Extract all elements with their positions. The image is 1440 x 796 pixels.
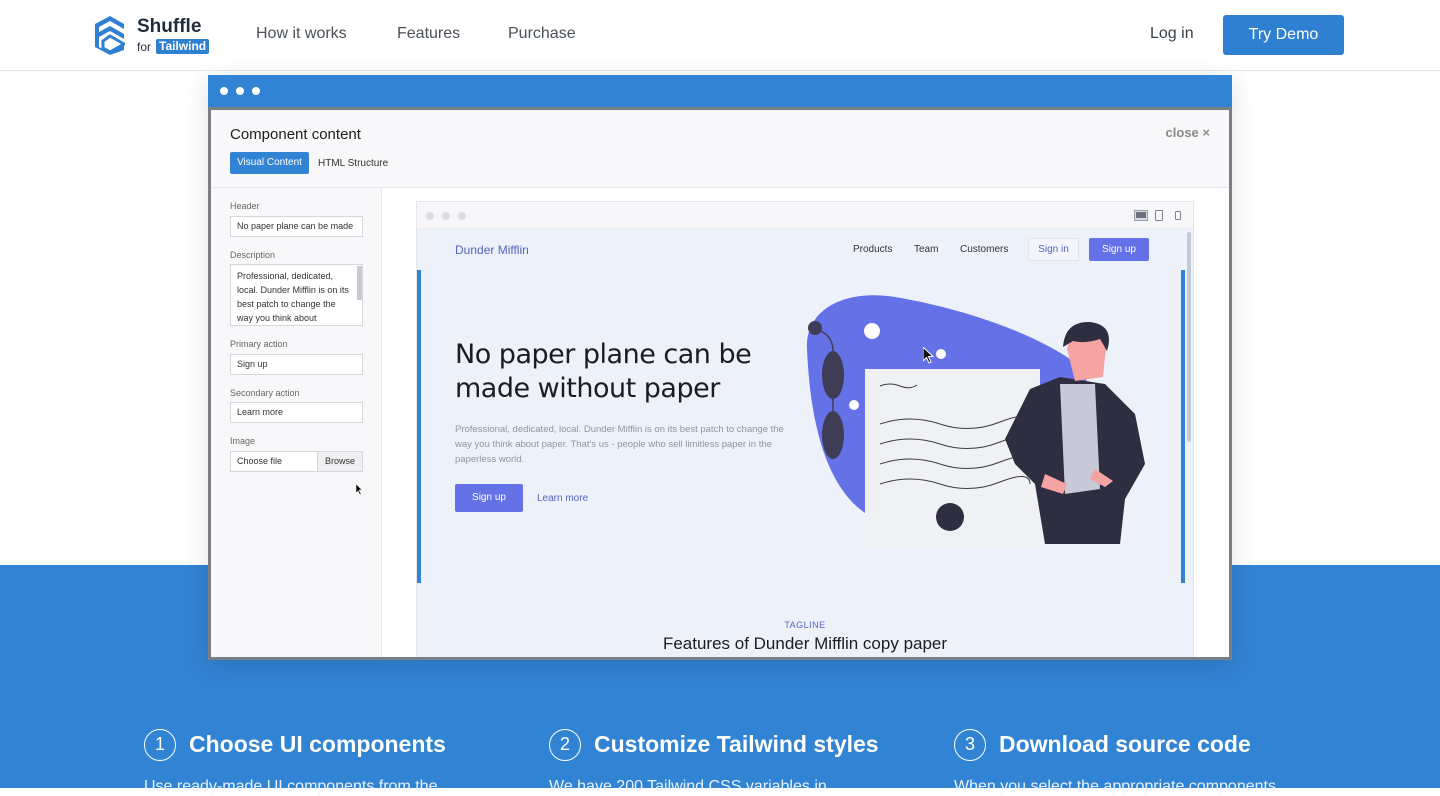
editor-sidebar: Header No paper plane can be made Descri… (211, 188, 382, 657)
window-titlebar (208, 75, 1232, 107)
mouse-cursor-icon (356, 484, 363, 495)
textarea-scrollbar[interactable] (357, 266, 362, 300)
preview-hero-title: No paper plane can be made without paper (455, 339, 752, 404)
preview-nav-customers[interactable]: Customers (960, 244, 1008, 255)
mouse-cursor-icon (923, 347, 934, 364)
step-title: Choose UI components (189, 731, 446, 757)
step-number: 1 (144, 729, 176, 761)
header-label: Header (230, 201, 260, 211)
description-textarea[interactable]: Professional, dedicated, local. Dunder M… (230, 264, 363, 326)
preview-hero-description: Professional, dedicated, local. Dunder M… (455, 424, 784, 465)
step-number: 3 (954, 729, 986, 761)
step-1: 1 Choose UI components Use ready-made UI… (144, 729, 504, 795)
top-nav: Shuffle for Tailwind How it works Featur… (0, 0, 1440, 71)
step-title: Customize Tailwind styles (594, 731, 879, 757)
preview-dot (458, 212, 466, 220)
preview-features-title: Features of Dunder Mifflin copy paper (662, 634, 948, 653)
nav-purchase[interactable]: Purchase (508, 25, 576, 43)
close-button[interactable]: close × (1166, 125, 1210, 140)
step-description: When you select the appropriate componen… (954, 778, 1276, 795)
hero-illustration (806, 295, 1145, 549)
preview-scrollbar[interactable] (1187, 232, 1191, 442)
image-label: Image (230, 436, 256, 446)
window-dot (236, 87, 244, 95)
preview-dot (442, 212, 450, 220)
window-dot (220, 87, 228, 95)
nav-features[interactable]: Features (397, 25, 460, 43)
brand-for: for (137, 40, 152, 54)
selection-border-left (417, 270, 421, 583)
preview-tagline: TAGLINE (784, 620, 826, 630)
login-link[interactable]: Log in (1150, 25, 1194, 43)
preview-learn-more-link[interactable]: Learn more (537, 493, 588, 504)
secondary-action-label: Secondary action (230, 388, 300, 398)
shuffle-logo-icon (95, 16, 125, 55)
secondary-action-field[interactable]: Learn more (230, 402, 363, 423)
tab-html-structure[interactable]: HTML Structure (318, 158, 388, 169)
preview-cta-sign-up[interactable]: Sign up (455, 484, 523, 512)
primary-action-field[interactable]: Sign up (230, 354, 363, 375)
file-placeholder: Choose file (237, 456, 283, 466)
step-2: 2 Customize Tailwind styles We have 200 … (549, 729, 909, 795)
preview-dot (426, 212, 434, 220)
panel-title: Component content (230, 126, 361, 143)
preview-nav-team[interactable]: Team (914, 244, 938, 255)
try-demo-button[interactable]: Try Demo (1223, 15, 1344, 55)
preview-nav-products[interactable]: Products (853, 244, 892, 255)
brand-name: Shuffle (137, 16, 202, 37)
desktop-view-icon[interactable] (1134, 210, 1148, 221)
mobile-view-icon[interactable] (1175, 211, 1181, 220)
step-description: Use ready-made UI components from the (144, 778, 438, 795)
step-number: 2 (549, 729, 581, 761)
window-dot (252, 87, 260, 95)
component-preview: Dunder Mifflin Products Team Customers S… (416, 201, 1194, 657)
step-description: We have 200 Tailwind CSS variables in (549, 778, 827, 795)
description-text: Professional, dedicated, local. Dunder M… (237, 271, 349, 323)
selection-border-right (1181, 270, 1185, 583)
header-field[interactable]: No paper plane can be made (230, 216, 363, 237)
primary-action-label: Primary action (230, 339, 288, 349)
preview-brand[interactable]: Dunder Mifflin (455, 243, 529, 257)
demo-window: Component content close × Visual Content… (208, 75, 1232, 660)
image-file-input[interactable]: Choose file Browse (230, 451, 363, 472)
preview-sign-in-button[interactable]: Sign in (1028, 238, 1079, 261)
step-3: 3 Download source code When you select t… (954, 729, 1314, 795)
tablet-view-icon[interactable] (1155, 210, 1163, 221)
panel-header: Component content close × Visual Content… (211, 110, 1229, 188)
nav-how-it-works[interactable]: How it works (256, 25, 347, 43)
preview-toolbar (417, 202, 1193, 229)
tab-visual-content[interactable]: Visual Content (230, 152, 309, 174)
step-title: Download source code (999, 731, 1251, 757)
browse-button[interactable]: Browse (317, 452, 362, 471)
preview-canvas: Dunder Mifflin Products Team Customers S… (417, 229, 1193, 657)
component-content-panel: Component content close × Visual Content… (211, 110, 1229, 657)
preview-sign-up-button[interactable]: Sign up (1089, 238, 1149, 261)
description-label: Description (230, 250, 276, 260)
brand-tailwind-badge: Tailwind (156, 39, 210, 54)
